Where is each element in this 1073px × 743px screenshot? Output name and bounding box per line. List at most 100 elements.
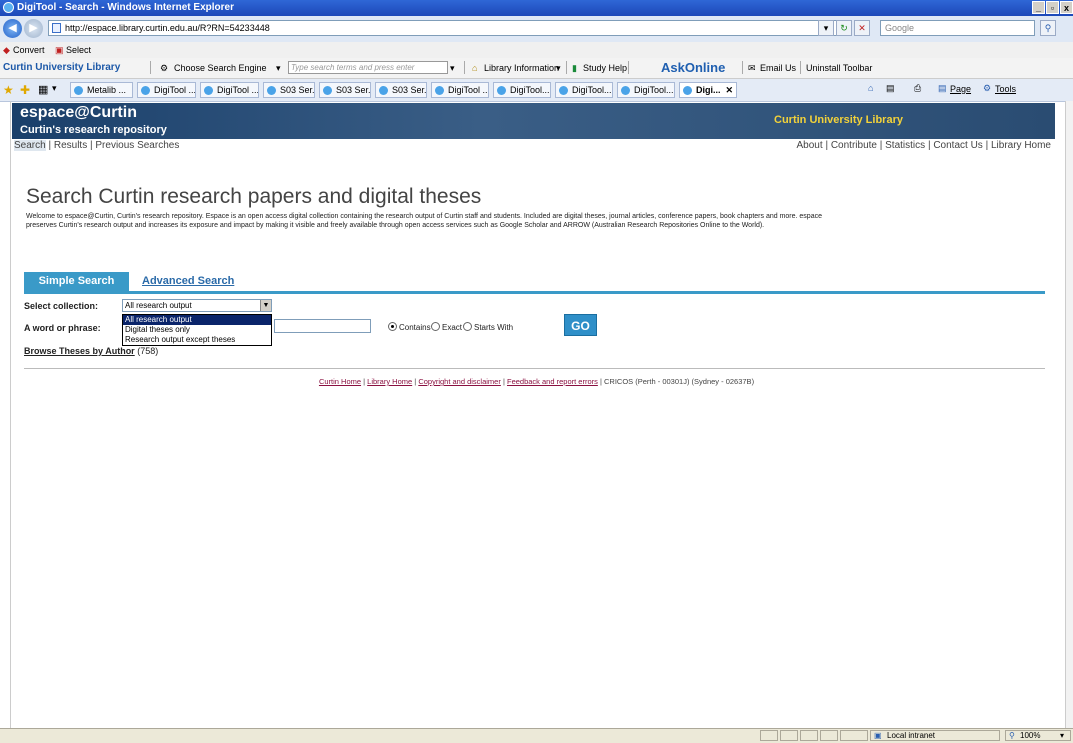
radio-starts-with[interactable]: Starts With xyxy=(463,322,513,332)
toolbar-separator xyxy=(566,61,567,74)
nav-search-link[interactable]: Search xyxy=(14,140,46,151)
add-favorites-icon[interactable]: ✚ xyxy=(20,83,30,97)
radio-contains-button[interactable] xyxy=(388,322,397,331)
tab-advanced-search[interactable]: Advanced Search xyxy=(142,272,234,291)
stop-icon[interactable]: ✕ xyxy=(854,20,870,36)
toolbar-separator xyxy=(800,61,801,74)
radio-exact-button[interactable] xyxy=(431,322,440,331)
maximize-button[interactable]: ▫ xyxy=(1046,1,1059,14)
collection-option[interactable]: Digital theses only xyxy=(123,325,271,335)
google-search-input[interactable]: Google xyxy=(880,20,1035,36)
radio-exact[interactable]: Exact xyxy=(431,322,462,332)
email-icon: ✉ xyxy=(748,63,756,73)
tab-simple-search[interactable]: Simple Search xyxy=(24,272,129,291)
quick-tabs-icon[interactable]: ▦ xyxy=(38,83,48,96)
status-panel xyxy=(820,730,838,741)
browser-tab[interactable]: DigiTool... xyxy=(617,82,675,98)
search-tabs: Simple Search Advanced Search xyxy=(24,272,1045,294)
browser-tab[interactable]: S03 Ser... xyxy=(375,82,427,98)
choose-search-engine-button[interactable]: Choose Search Engine xyxy=(174,63,267,73)
email-us-button[interactable]: Email Us xyxy=(760,63,796,73)
close-tab-icon[interactable]: ✕ xyxy=(725,83,733,97)
footer-feedback-link[interactable]: Feedback and report errors xyxy=(507,377,598,386)
nav-left-group: Search | Results | Previous Searches xyxy=(14,140,179,151)
browser-tab-row: ★ ✚ ▦ ▾ Metalib ... DigiTool ... DigiTool … xyxy=(0,79,1073,102)
tab-list-dropdown-icon[interactable]: ▾ xyxy=(52,83,57,94)
nav-contribute-link[interactable]: Contribute xyxy=(831,140,877,151)
tools-menu-button[interactable]: Tools xyxy=(995,84,1016,94)
collection-select[interactable]: All research output ▼ xyxy=(122,299,272,312)
browser-tab[interactable]: DigiTool... xyxy=(493,82,551,98)
page-icon xyxy=(52,23,61,33)
nav-results-link[interactable]: Results xyxy=(54,140,87,151)
nav-library-home-link[interactable]: Library Home xyxy=(991,140,1051,151)
home-icon[interactable]: ⌂ xyxy=(868,83,873,93)
address-field[interactable]: http://espace.library.curtin.edu.au/R?RN… xyxy=(48,20,848,36)
nav-previous-searches-link[interactable]: Previous Searches xyxy=(95,140,179,151)
footer-copyright-link[interactable]: Copyright and disclaimer xyxy=(418,377,501,386)
library-information-button[interactable]: Library Information xyxy=(484,63,559,73)
toolbar-search-input[interactable]: Type search terms and press enter xyxy=(288,61,448,74)
footer-library-home-link[interactable]: Library Home xyxy=(367,377,412,386)
address-dropdown-icon[interactable]: ▾ xyxy=(818,20,834,36)
search-engine-icon: ⚙ xyxy=(160,63,169,73)
browser-tab[interactable]: Digi... ✕ xyxy=(679,82,737,98)
engine-dropdown-icon[interactable]: ▾ xyxy=(276,63,281,74)
vertical-scrollbar[interactable] xyxy=(1065,101,1073,728)
zoom-panel[interactable]: ⚲ 100% ▾ xyxy=(1005,730,1071,741)
chevron-down-icon[interactable]: ▼ xyxy=(260,300,271,311)
convert-button[interactable]: Convert xyxy=(13,45,45,55)
search-form: Select collection: All research output ▼… xyxy=(24,294,1045,346)
minimize-button[interactable]: _ xyxy=(1032,1,1045,14)
zoom-icon: ⚲ xyxy=(1009,731,1015,740)
search-icon[interactable]: ⚲ xyxy=(1040,20,1056,36)
ask-online-button[interactable]: AskOnline xyxy=(661,60,725,75)
forward-button[interactable]: ▶ xyxy=(24,19,43,38)
browser-tab[interactable]: S03 Ser... xyxy=(319,82,371,98)
intranet-icon: ▣ xyxy=(874,731,882,740)
site-banner: espace@Curtin Curtin's research reposito… xyxy=(12,103,1055,139)
collection-option[interactable]: Research output except theses xyxy=(123,335,271,345)
study-help-button[interactable]: Study Help xyxy=(583,63,627,73)
browser-tab[interactable]: Metalib ... xyxy=(70,82,133,98)
banner-library-link[interactable]: Curtin University Library xyxy=(774,114,903,126)
select-button[interactable]: Select xyxy=(66,45,91,55)
go-button[interactable]: GO xyxy=(564,314,597,336)
favorites-star-icon[interactable]: ★ xyxy=(3,83,14,97)
status-panel xyxy=(800,730,818,741)
radio-starts-button[interactable] xyxy=(463,322,472,331)
tab-page-icon xyxy=(74,86,83,95)
browser-tab-label: DigiTool ... xyxy=(154,85,196,95)
back-button[interactable]: ◀ xyxy=(3,19,22,38)
print-icon[interactable]: ⎙ xyxy=(914,83,921,94)
tab-page-icon xyxy=(323,86,332,95)
refresh-icon[interactable]: ↻ xyxy=(836,20,852,36)
browse-theses-link[interactable]: Browse Theses by Author xyxy=(24,346,135,356)
security-zone-panel[interactable]: ▣ Local intranet xyxy=(870,730,1000,741)
footer-curtin-home-link[interactable]: Curtin Home xyxy=(319,377,361,386)
zoom-level: 100% xyxy=(1020,731,1041,740)
browser-tab[interactable]: DigiTool ... xyxy=(200,82,259,98)
phrase-input[interactable] xyxy=(274,319,371,333)
radio-contains[interactable]: Contains xyxy=(388,322,431,332)
curtin-toolbar-title[interactable]: Curtin University Library xyxy=(3,62,120,73)
toolbar-search-dropdown-icon[interactable]: ▾ xyxy=(450,63,455,74)
status-panel xyxy=(780,730,798,741)
zoom-dropdown-icon[interactable]: ▾ xyxy=(1060,731,1064,740)
browser-tab[interactable]: DigiTool ... xyxy=(137,82,196,98)
feeds-icon[interactable]: ▤ xyxy=(886,83,895,94)
library-info-dropdown-icon[interactable]: ▾ xyxy=(556,63,561,74)
browser-tab[interactable]: DigiTool... xyxy=(555,82,613,98)
browser-tab[interactable]: DigiTool ... xyxy=(431,82,489,98)
nav-statistics-link[interactable]: Statistics xyxy=(885,140,925,151)
nav-contact-link[interactable]: Contact Us xyxy=(933,140,982,151)
page-menu-button[interactable]: Page xyxy=(950,84,971,94)
ie-icon xyxy=(3,2,14,13)
browser-tab[interactable]: S03 Ser... xyxy=(263,82,315,98)
status-bar: ▣ Local intranet ⚲ 100% ▾ xyxy=(0,728,1073,743)
collection-option[interactable]: All research output xyxy=(123,315,271,325)
close-window-button[interactable]: x xyxy=(1060,1,1073,14)
nav-about-link[interactable]: About xyxy=(797,140,823,151)
convert-toolbar: ◆ Convert ▣ Select xyxy=(0,42,1073,58)
uninstall-toolbar-button[interactable]: Uninstall Toolbar xyxy=(806,63,872,73)
